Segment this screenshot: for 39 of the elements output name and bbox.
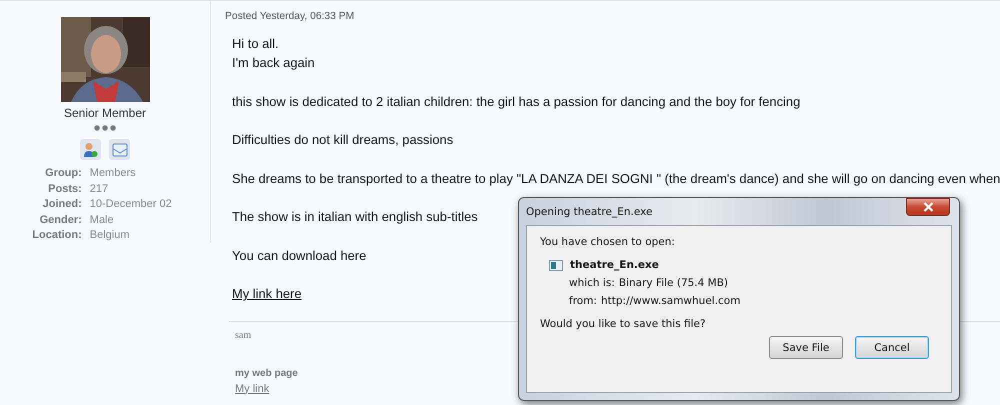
close-button[interactable]	[906, 198, 950, 216]
post-text: Difficulties do not kill dreams, passions	[232, 131, 454, 149]
signature-name: sam	[235, 330, 252, 340]
file-name: theatre_En.exe	[570, 259, 659, 271]
post-text: The show is in italian with english sub-titles	[232, 208, 478, 226]
field-label: Location:	[32, 228, 82, 242]
field-value: Male	[90, 212, 115, 227]
message-icon[interactable]	[109, 139, 130, 160]
rank-pips-icon	[94, 125, 116, 131]
post-link[interactable]: My link here	[232, 284, 302, 303]
dialog-question: Would you like to save this file?	[540, 318, 707, 330]
field-label: Joined:	[42, 197, 82, 212]
file-source: http://www.samwhuel.com	[600, 295, 740, 307]
field-value: 217	[90, 182, 110, 196]
field-value: Belgium	[90, 228, 131, 242]
post-text: She dreams to be transported to a theatre to play "LA DANZA DEI SOGNI " (the dream's dance) and she will go on dancing even when	[232, 170, 1000, 188]
dialog-title: Opening theatre_En.exe	[526, 206, 652, 218]
post-text: Hi to all.	[232, 35, 279, 53]
post-text: You can download here	[232, 246, 366, 264]
field-value: 10-December 02	[90, 197, 172, 212]
file-icon	[549, 260, 563, 270]
dialog-button[interactable]: Save File	[769, 336, 843, 359]
member-rank: Senior Member	[64, 106, 146, 120]
dialog-button[interactable]: Cancel	[855, 336, 929, 359]
file-source-label: from:	[569, 295, 597, 307]
post-text: this show is dedicated to 2 italian children: the girl has a passion for dancing and the boy for fencing	[232, 92, 800, 110]
field-label: Gender:	[38, 212, 82, 227]
field-value: Members	[90, 166, 137, 180]
close-icon	[922, 202, 934, 212]
file-type: Binary File (75.4 MB)	[618, 277, 728, 289]
signature-link[interactable]: My link	[235, 382, 270, 394]
add-friend-icon[interactable]	[80, 139, 101, 160]
post-text: I'm back again	[232, 54, 315, 72]
dialog-prompt: You have chosen to open:	[540, 236, 676, 248]
post-date: Posted Yesterday, 06:33 PM	[225, 11, 356, 22]
file-type-label: which is:	[569, 277, 615, 289]
signature-heading: my web page	[235, 368, 299, 378]
field-label: Group:	[44, 166, 82, 180]
field-label: Posts:	[47, 182, 82, 196]
